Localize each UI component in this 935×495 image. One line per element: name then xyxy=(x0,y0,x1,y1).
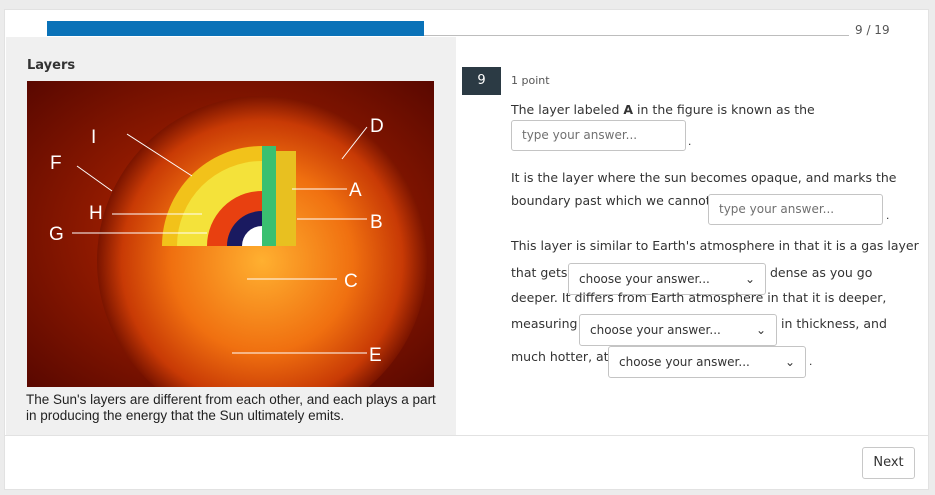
figure-label-a: A xyxy=(349,180,362,201)
question-points: 1 point xyxy=(511,74,550,87)
thickness-dropdown[interactable]: choose your answer... ⌄ xyxy=(579,314,777,346)
layer-label-bold: A xyxy=(623,102,634,117)
figure-label-b: B xyxy=(370,212,383,233)
question-line-6: deeper. It differs from Earth atmosphere… xyxy=(511,290,887,305)
question-number-badge: 9 xyxy=(462,67,501,95)
figure-panel: Layers I D F A H B G C E The Sun's layer… xyxy=(6,37,456,435)
next-button[interactable]: Next xyxy=(862,447,915,479)
question-line-5-start: that gets xyxy=(511,265,568,280)
question-line-5-end: dense as you go xyxy=(770,265,873,280)
question-line-7-end: in thickness, and xyxy=(781,316,887,331)
question-line-7-start: measuring xyxy=(511,316,578,331)
figure-label-h: H xyxy=(89,203,103,224)
figure-label-g: G xyxy=(49,224,64,245)
sun-layers-figure: I D F A H B G C E xyxy=(27,81,434,387)
figure-label-d: D xyxy=(370,116,384,137)
progress-count: 9 / 19 xyxy=(855,23,890,37)
boundary-input[interactable]: type your answer... xyxy=(708,194,883,225)
question-line-8-start: much hotter, at xyxy=(511,349,609,364)
progress-bar xyxy=(47,21,849,36)
quiz-frame: 9 / 19 Layers I D F A H B G C E The Sun'… xyxy=(4,9,929,490)
period-2: . xyxy=(886,208,890,222)
section-title: Layers xyxy=(27,58,76,73)
question-panel: 9 1 point The layer labeled A in the fig… xyxy=(456,37,928,435)
period-3: . xyxy=(809,354,813,368)
temperature-dropdown[interactable]: choose your answer... ⌄ xyxy=(608,346,806,378)
question-line-2: It is the layer where the sun becomes op… xyxy=(511,170,897,185)
footer-bar: Next xyxy=(5,435,928,489)
question-line-4: This layer is similar to Earth's atmosph… xyxy=(511,238,919,253)
figure-label-e: E xyxy=(369,345,382,366)
figure-label-f: F xyxy=(50,153,62,174)
layer-name-input[interactable]: type your answer... xyxy=(511,120,686,151)
figure-label-i: I xyxy=(91,127,96,148)
question-line-1: The layer labeled A in the figure is kno… xyxy=(511,102,815,117)
progress-fill xyxy=(47,21,424,36)
period-1: . xyxy=(688,134,692,148)
figure-caption: The Sun's layers are different from each… xyxy=(26,392,436,423)
chevron-down-icon: ⌄ xyxy=(784,355,795,369)
chevron-down-icon: ⌄ xyxy=(755,323,766,337)
question-line-3: boundary past which we cannot xyxy=(511,193,711,208)
figure-label-c: C xyxy=(344,271,358,292)
